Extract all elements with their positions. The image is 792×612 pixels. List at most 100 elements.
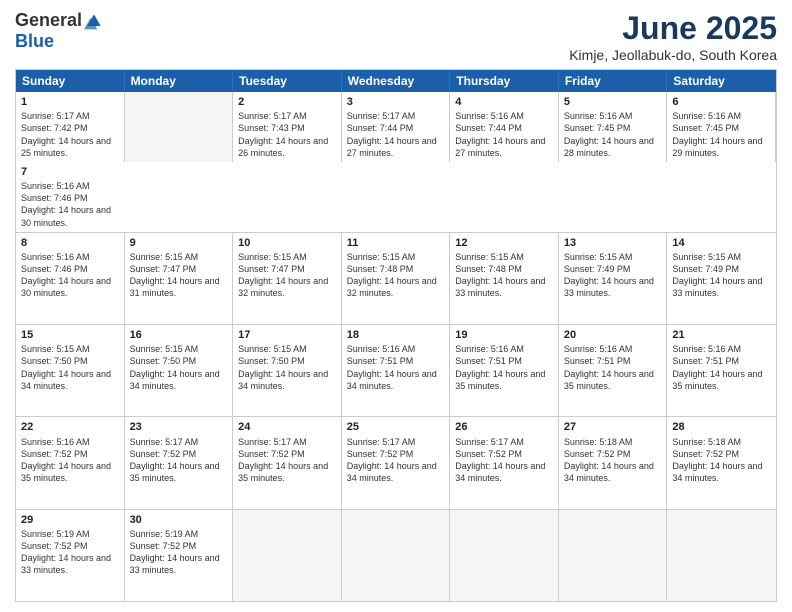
calendar-cell: 17 Sunrise: 5:15 AMSunset: 7:50 PMDaylig… [233, 325, 342, 416]
calendar-cell [559, 510, 668, 601]
cell-info: Sunrise: 5:17 AMSunset: 7:43 PMDaylight:… [238, 110, 336, 159]
calendar-row: 22 Sunrise: 5:16 AMSunset: 7:52 PMDaylig… [16, 417, 776, 509]
header-day-thursday: Thursday [450, 70, 559, 92]
header: General Blue June 2025 Kimje, Jeollabuk-… [15, 10, 777, 63]
header-day-friday: Friday [559, 70, 668, 92]
day-number: 25 [347, 420, 445, 434]
header-day-tuesday: Tuesday [233, 70, 342, 92]
cell-info: Sunrise: 5:18 AMSunset: 7:52 PMDaylight:… [672, 436, 771, 485]
day-number: 17 [238, 328, 336, 342]
cell-info: Sunrise: 5:17 AMSunset: 7:42 PMDaylight:… [21, 110, 119, 159]
calendar-cell [125, 92, 234, 162]
calendar-cell: 4 Sunrise: 5:16 AMSunset: 7:44 PMDayligh… [450, 92, 559, 162]
day-number: 27 [564, 420, 662, 434]
header-day-sunday: Sunday [16, 70, 125, 92]
calendar-cell: 2 Sunrise: 5:17 AMSunset: 7:43 PMDayligh… [233, 92, 342, 162]
day-number: 3 [347, 95, 445, 109]
calendar-cell: 23 Sunrise: 5:17 AMSunset: 7:52 PMDaylig… [125, 417, 234, 508]
calendar-cell: 24 Sunrise: 5:17 AMSunset: 7:52 PMDaylig… [233, 417, 342, 508]
cell-info: Sunrise: 5:17 AMSunset: 7:52 PMDaylight:… [347, 436, 445, 485]
day-number: 20 [564, 328, 662, 342]
day-number: 18 [347, 328, 445, 342]
cell-info: Sunrise: 5:16 AMSunset: 7:44 PMDaylight:… [455, 110, 553, 159]
main-title: June 2025 [569, 10, 777, 47]
title-section: June 2025 Kimje, Jeollabuk-do, South Kor… [569, 10, 777, 63]
cell-info: Sunrise: 5:16 AMSunset: 7:45 PMDaylight:… [672, 110, 770, 159]
calendar-cell: 22 Sunrise: 5:16 AMSunset: 7:52 PMDaylig… [16, 417, 125, 508]
calendar-cell: 20 Sunrise: 5:16 AMSunset: 7:51 PMDaylig… [559, 325, 668, 416]
day-number: 15 [21, 328, 119, 342]
cell-info: Sunrise: 5:15 AMSunset: 7:50 PMDaylight:… [238, 343, 336, 392]
cell-info: Sunrise: 5:15 AMSunset: 7:47 PMDaylight:… [238, 251, 336, 300]
day-number: 28 [672, 420, 771, 434]
subtitle: Kimje, Jeollabuk-do, South Korea [569, 47, 777, 63]
calendar-cell: 30 Sunrise: 5:19 AMSunset: 7:52 PMDaylig… [125, 510, 234, 601]
cell-info: Sunrise: 5:15 AMSunset: 7:49 PMDaylight:… [564, 251, 662, 300]
cell-info: Sunrise: 5:15 AMSunset: 7:50 PMDaylight:… [130, 343, 228, 392]
cell-info: Sunrise: 5:15 AMSunset: 7:48 PMDaylight:… [347, 251, 445, 300]
day-number: 14 [672, 236, 771, 250]
day-number: 11 [347, 236, 445, 250]
calendar-cell: 7 Sunrise: 5:16 AMSunset: 7:46 PMDayligh… [16, 162, 125, 232]
calendar-cell: 26 Sunrise: 5:17 AMSunset: 7:52 PMDaylig… [450, 417, 559, 508]
logo-general: General [15, 10, 82, 31]
calendar: SundayMondayTuesdayWednesdayThursdayFrid… [15, 69, 777, 602]
cell-info: Sunrise: 5:19 AMSunset: 7:52 PMDaylight:… [21, 528, 119, 577]
calendar-cell: 29 Sunrise: 5:19 AMSunset: 7:52 PMDaylig… [16, 510, 125, 601]
cell-info: Sunrise: 5:15 AMSunset: 7:50 PMDaylight:… [21, 343, 119, 392]
calendar-row: 29 Sunrise: 5:19 AMSunset: 7:52 PMDaylig… [16, 510, 776, 601]
cell-info: Sunrise: 5:16 AMSunset: 7:45 PMDaylight:… [564, 110, 662, 159]
calendar-cell: 14 Sunrise: 5:15 AMSunset: 7:49 PMDaylig… [667, 233, 776, 324]
cell-info: Sunrise: 5:18 AMSunset: 7:52 PMDaylight:… [564, 436, 662, 485]
calendar-cell: 3 Sunrise: 5:17 AMSunset: 7:44 PMDayligh… [342, 92, 451, 162]
day-number: 19 [455, 328, 553, 342]
day-number: 9 [130, 236, 228, 250]
cell-info: Sunrise: 5:16 AMSunset: 7:46 PMDaylight:… [21, 180, 120, 229]
day-number: 12 [455, 236, 553, 250]
calendar-cell: 8 Sunrise: 5:16 AMSunset: 7:46 PMDayligh… [16, 233, 125, 324]
calendar-cell: 5 Sunrise: 5:16 AMSunset: 7:45 PMDayligh… [559, 92, 668, 162]
day-number: 2 [238, 95, 336, 109]
day-number: 5 [564, 95, 662, 109]
day-number: 22 [21, 420, 119, 434]
calendar-cell: 10 Sunrise: 5:15 AMSunset: 7:47 PMDaylig… [233, 233, 342, 324]
day-number: 26 [455, 420, 553, 434]
calendar-row: 8 Sunrise: 5:16 AMSunset: 7:46 PMDayligh… [16, 233, 776, 325]
day-number: 16 [130, 328, 228, 342]
calendar-cell: 27 Sunrise: 5:18 AMSunset: 7:52 PMDaylig… [559, 417, 668, 508]
day-number: 21 [672, 328, 771, 342]
header-day-monday: Monday [125, 70, 234, 92]
calendar-cell: 16 Sunrise: 5:15 AMSunset: 7:50 PMDaylig… [125, 325, 234, 416]
header-day-saturday: Saturday [667, 70, 776, 92]
calendar-cell: 1 Sunrise: 5:17 AMSunset: 7:42 PMDayligh… [16, 92, 125, 162]
day-number: 29 [21, 513, 119, 527]
day-number: 24 [238, 420, 336, 434]
day-number: 23 [130, 420, 228, 434]
calendar-cell: 9 Sunrise: 5:15 AMSunset: 7:47 PMDayligh… [125, 233, 234, 324]
cell-info: Sunrise: 5:17 AMSunset: 7:52 PMDaylight:… [130, 436, 228, 485]
calendar-cell: 19 Sunrise: 5:16 AMSunset: 7:51 PMDaylig… [450, 325, 559, 416]
logo: General Blue [15, 10, 104, 52]
cell-info: Sunrise: 5:15 AMSunset: 7:49 PMDaylight:… [672, 251, 771, 300]
calendar-cell: 18 Sunrise: 5:16 AMSunset: 7:51 PMDaylig… [342, 325, 451, 416]
header-day-wednesday: Wednesday [342, 70, 451, 92]
cell-info: Sunrise: 5:17 AMSunset: 7:44 PMDaylight:… [347, 110, 445, 159]
calendar-cell: 11 Sunrise: 5:15 AMSunset: 7:48 PMDaylig… [342, 233, 451, 324]
day-number: 1 [21, 95, 119, 109]
calendar-cell: 28 Sunrise: 5:18 AMSunset: 7:52 PMDaylig… [667, 417, 776, 508]
calendar-cell: 21 Sunrise: 5:16 AMSunset: 7:51 PMDaylig… [667, 325, 776, 416]
cell-info: Sunrise: 5:16 AMSunset: 7:46 PMDaylight:… [21, 251, 119, 300]
calendar-cell: 13 Sunrise: 5:15 AMSunset: 7:49 PMDaylig… [559, 233, 668, 324]
cell-info: Sunrise: 5:16 AMSunset: 7:51 PMDaylight:… [347, 343, 445, 392]
cell-info: Sunrise: 5:16 AMSunset: 7:51 PMDaylight:… [564, 343, 662, 392]
calendar-cell [233, 510, 342, 601]
day-number: 10 [238, 236, 336, 250]
calendar-cell [450, 510, 559, 601]
cell-info: Sunrise: 5:15 AMSunset: 7:47 PMDaylight:… [130, 251, 228, 300]
cell-info: Sunrise: 5:16 AMSunset: 7:52 PMDaylight:… [21, 436, 119, 485]
calendar-cell: 6 Sunrise: 5:16 AMSunset: 7:45 PMDayligh… [667, 92, 776, 162]
cell-info: Sunrise: 5:17 AMSunset: 7:52 PMDaylight:… [455, 436, 553, 485]
day-number: 6 [672, 95, 770, 109]
calendar-cell: 12 Sunrise: 5:15 AMSunset: 7:48 PMDaylig… [450, 233, 559, 324]
calendar-cell: 15 Sunrise: 5:15 AMSunset: 7:50 PMDaylig… [16, 325, 125, 416]
